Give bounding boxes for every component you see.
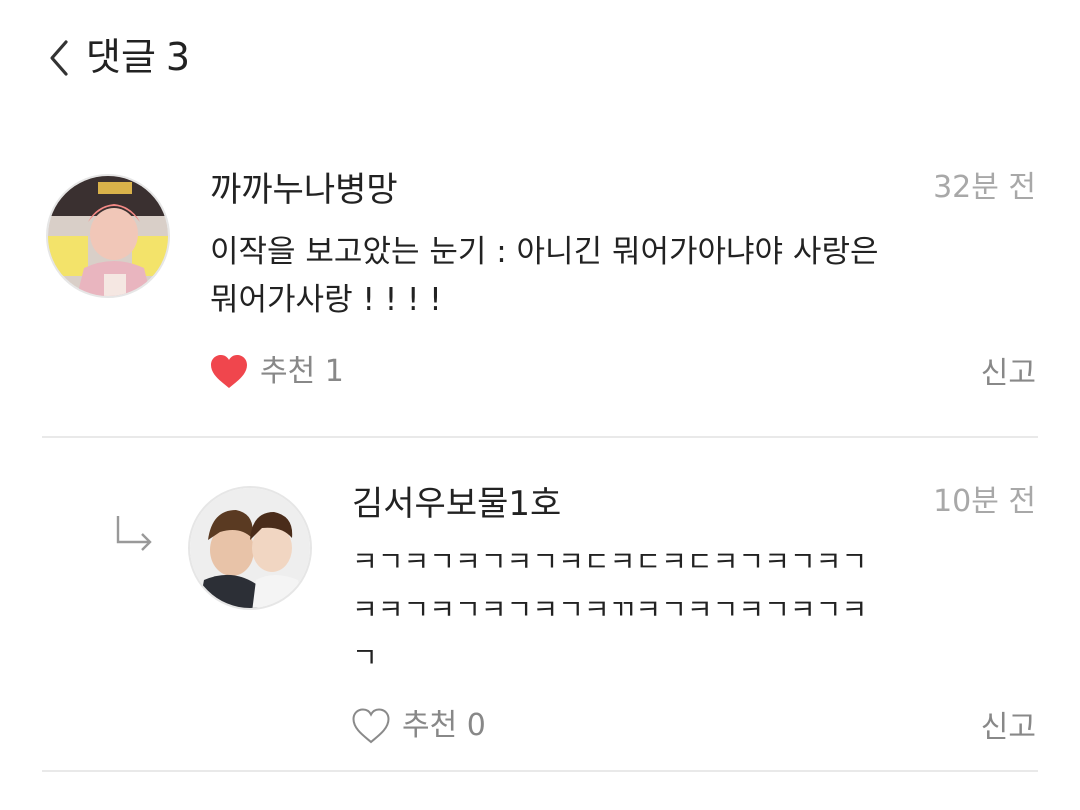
divider [42, 436, 1038, 438]
like-count-label: 추천 1 [260, 354, 344, 389]
report-button[interactable]: 신고 [981, 706, 1036, 750]
avatar-image [190, 488, 310, 608]
comment-body: ㅋㄱㅋㄱㅋㄱㅋㄱㅋㄷㅋㄷㅋㄷㅋㄱㅋㄱㅋㄱ ㅋㅋㄱㅋㄱㅋㄱㅋㄱㅋㄲㅋㄱㅋㄱㅋㄱㅋㄱ… [352, 545, 868, 674]
comment-author[interactable]: 까까누나병망 [210, 168, 398, 212]
back-button[interactable] [42, 36, 82, 80]
avatar[interactable] [46, 174, 170, 298]
page-title-label: 댓글 [86, 35, 156, 79]
comment-body: 이작을 보고았는 눈기 : 아니긴 뭐어가아냐야 사랑은 뭐어가사랑 ! ! !… [210, 234, 879, 318]
avatar[interactable] [188, 486, 312, 610]
heart-filled-icon [211, 355, 247, 388]
report-button[interactable]: 신고 [981, 352, 1036, 396]
like-button[interactable]: 추천 0 [352, 704, 486, 748]
comment-time: 10분 전 [933, 484, 1036, 519]
like-button[interactable]: 추천 1 [210, 350, 344, 394]
comment-author[interactable]: 김서우보물1호 [352, 482, 561, 526]
divider [42, 770, 1038, 772]
page-title: 댓글 3 [86, 30, 190, 84]
comment-time: 32분 전 [933, 170, 1036, 205]
avatar-image [48, 176, 168, 296]
header-bar: 댓글 3 [0, 0, 1080, 120]
like-count-label: 추천 0 [402, 708, 486, 743]
reply-arrow-icon [112, 512, 156, 556]
chevron-left-icon [50, 40, 68, 76]
heart-outline-icon [352, 708, 390, 744]
comment-count: 3 [165, 35, 191, 79]
